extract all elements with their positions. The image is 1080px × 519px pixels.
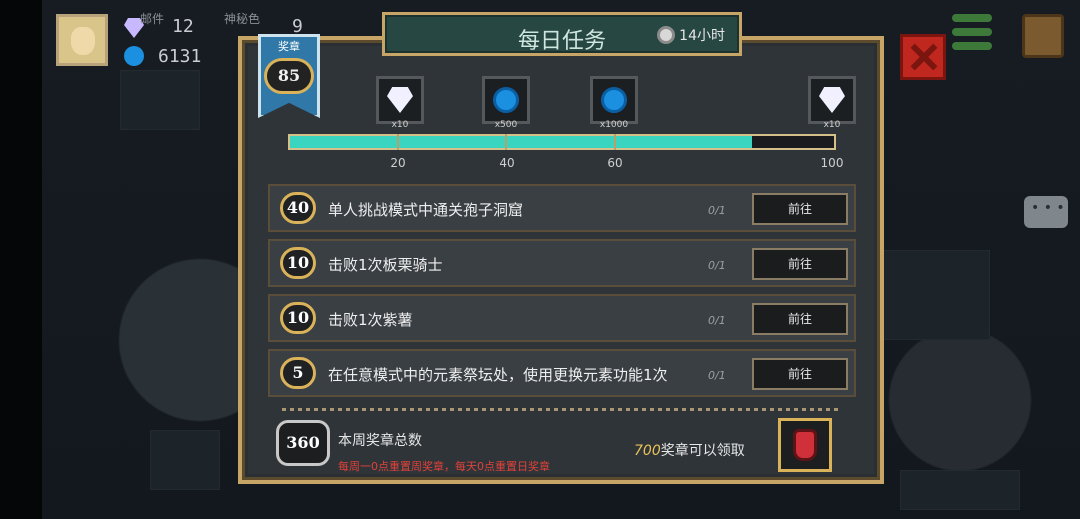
stat2-label: 神秘色 [224, 12, 261, 26]
task-points: 10 [280, 247, 316, 279]
go-button[interactable]: 前往 [752, 358, 848, 390]
task-row: 5 在任意模式中的元素祭坛处，使用更换元素功能1次 0/1 前往 [268, 349, 856, 397]
task-points: 40 [280, 192, 316, 224]
tick-label: 20 [390, 156, 406, 170]
reward-60[interactable] [590, 76, 638, 124]
task-text: 在任意模式中的元素祭坛处，使用更换元素功能1次 [328, 366, 668, 384]
timer-text: 14小时 [679, 28, 725, 44]
task-points: 5 [280, 357, 316, 389]
progress-tick [505, 134, 507, 150]
energy-coin-icon [493, 87, 519, 113]
backpack-icon[interactable] [1022, 14, 1064, 58]
task-row: 10 击败1次紫薯 0/1 前往 [268, 294, 856, 342]
tick-label: 40 [499, 156, 515, 170]
reset-timer: 14小时 [657, 25, 725, 45]
diamond-icon [387, 87, 413, 113]
task-text: 击败1次板栗骑士 [328, 256, 443, 274]
menu-icon[interactable] [952, 14, 992, 58]
section-divider [282, 408, 842, 411]
chat-icon[interactable] [1024, 196, 1068, 228]
task-progress: 0/1 [708, 369, 726, 382]
reward-qty: x500 [494, 120, 518, 130]
reward-100[interactable] [808, 76, 856, 124]
reward-20[interactable] [376, 76, 424, 124]
progress-tick [397, 134, 399, 150]
gem-count: 6131 [158, 46, 202, 67]
stat2-value: 9 [292, 16, 303, 37]
go-button[interactable]: 前往 [752, 303, 848, 335]
tick-label: 100 [820, 156, 844, 170]
task-progress: 0/1 [708, 314, 726, 327]
medal-progress-bar [288, 134, 836, 150]
goal-number: 700 [634, 443, 661, 459]
weekly-reward-chest[interactable] [778, 418, 832, 472]
progress-tick [614, 134, 616, 150]
reward-qty: x10 [823, 120, 841, 130]
task-text: 单人挑战模式中通关孢子洞窟 [328, 201, 524, 219]
stat1-value: 12 [172, 16, 194, 37]
task-row: 40 单人挑战模式中通关孢子洞窟 0/1 前往 [268, 184, 856, 232]
stat1-label: 邮件 [140, 12, 165, 26]
reset-note: 每周一0点重置周奖章，每天0点重置日奖章 [338, 460, 550, 473]
weekly-title: 本周奖章总数 [338, 433, 422, 449]
medal-count: 85 [264, 58, 314, 94]
task-row: 10 击败1次板栗骑士 0/1 前往 [268, 239, 856, 287]
go-button[interactable]: 前往 [752, 248, 848, 280]
reward-qty: x1000 [599, 120, 629, 130]
task-progress: 0/1 [708, 204, 726, 217]
player-avatar[interactable] [56, 14, 108, 66]
task-points: 10 [280, 302, 316, 334]
medal-label: 奖章 [278, 40, 300, 53]
weekly-goal: 700奖章可以领取 [634, 440, 745, 460]
task-progress: 0/1 [708, 259, 726, 272]
gem-icon [124, 46, 144, 66]
close-button[interactable] [900, 34, 946, 80]
energy-coin-icon [601, 87, 627, 113]
reward-qty: x10 [391, 120, 409, 130]
diamond-icon [819, 87, 845, 113]
demon-mask-icon [793, 429, 817, 461]
screen-notch [0, 0, 42, 519]
go-button[interactable]: 前往 [752, 193, 848, 225]
weekly-total-badge: 360 [276, 420, 330, 466]
reward-40[interactable] [482, 76, 530, 124]
goal-text: 奖章可以领取 [660, 443, 745, 459]
tick-label: 60 [607, 156, 623, 170]
task-text: 击败1次紫薯 [328, 311, 413, 329]
title-bar: 每日任务 14小时 [382, 12, 742, 56]
progress-fill [290, 136, 753, 148]
clock-icon [657, 26, 676, 44]
